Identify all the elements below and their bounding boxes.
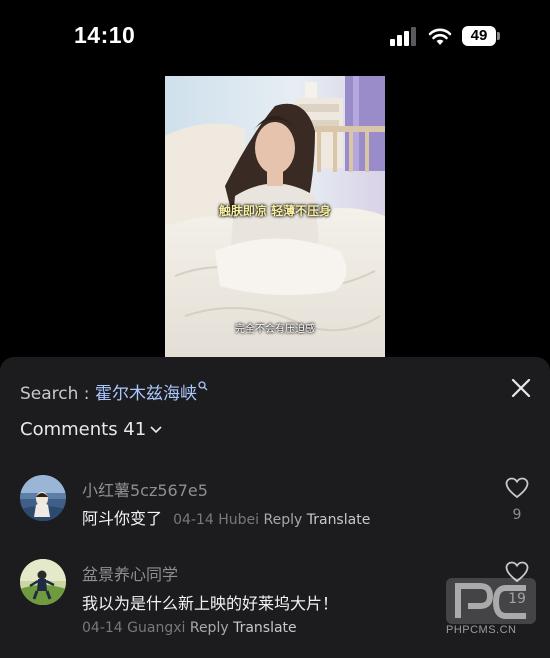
avatar[interactable] [20,559,66,605]
video-caption-bottom: 完全不会有压迫感 [235,324,315,335]
cellular-signal-icon [390,27,416,46]
comment-username[interactable]: 盆景养心同学 [82,561,178,585]
video-player[interactable]: 触肤即凉 轻薄不压身 完全不会有压迫感 [165,76,385,357]
heart-icon[interactable] [505,477,529,499]
comment-date: 04-14 [173,512,214,528]
video-caption-top: 触肤即凉 轻薄不压身 [218,204,332,218]
battery-icon: 49 [462,26,502,46]
search-prefix: Search : [20,384,95,404]
search-icon [198,381,208,391]
chevron-down-icon [150,426,162,434]
comment-date: 04-14 [82,620,123,636]
comments-count-dropdown[interactable]: Comments 41 [20,419,162,440]
status-time: 14:10 [74,22,136,48]
search-suggestion[interactable]: Search : 霍尔木兹海峡 [20,379,208,404]
comment-location: Guangxi [127,620,186,636]
watermark-text: PHPCMS.CN [446,624,517,636]
status-bar: 14:10 49 [0,0,550,70]
comment-username[interactable]: 小红薯5cz567e5 [82,477,208,501]
translate-button[interactable]: Translate [233,620,297,636]
comment-text: 阿斗你变了 [82,509,163,528]
comment-body-line: 阿斗你变了 04-14 Hubei Reply Translate [82,505,370,529]
comment-item: 小红薯5cz567e5 阿斗你变了 04-14 Hubei Reply Tran… [0,473,550,533]
battery-level: 49 [462,26,496,46]
search-term[interactable]: 霍尔木兹海峡 [95,384,197,404]
avatar[interactable] [20,475,66,521]
translate-button[interactable]: Translate [307,512,371,528]
comment-meta: 04-14 Guangxi Reply Translate [82,620,297,636]
reply-button[interactable]: Reply [190,620,229,636]
wifi-icon [428,28,452,45]
comment-location: Hubei [218,512,260,528]
reply-button[interactable]: Reply [264,512,303,528]
like-count: 9 [512,507,522,523]
comment-text: 我以为是什么新上映的好莱坞大片！ [82,594,339,613]
comments-count-label: Comments 41 [20,419,147,440]
close-icon[interactable] [510,377,532,399]
